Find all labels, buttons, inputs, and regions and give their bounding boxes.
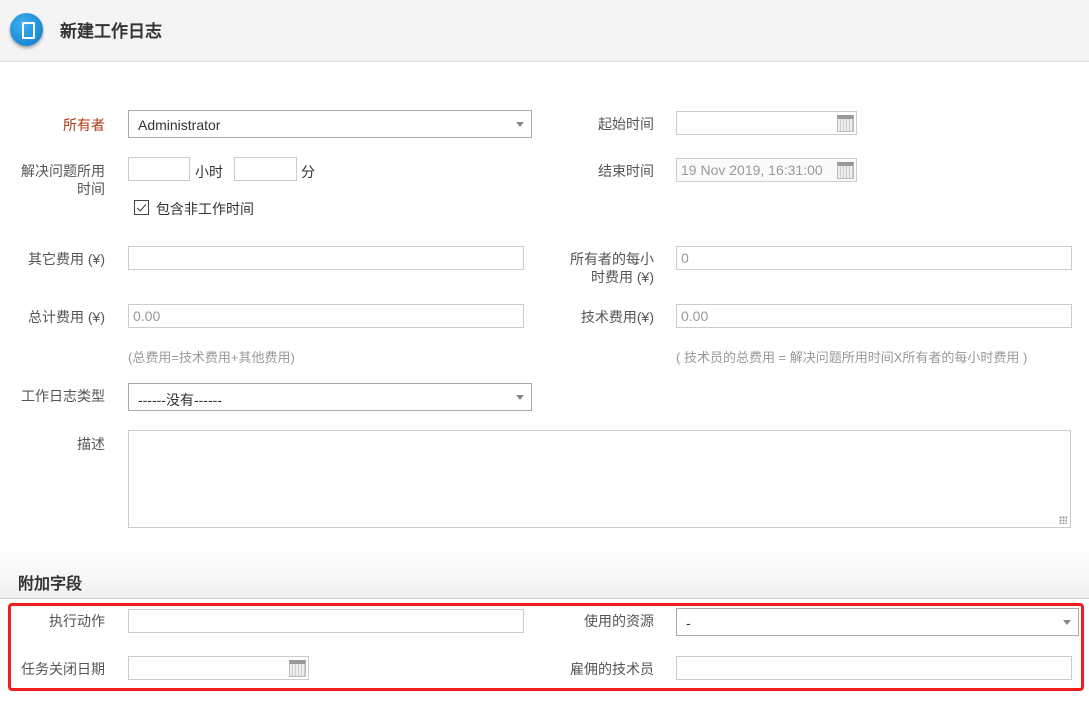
tech-cost-input[interactable]: 0.00 [676, 304, 1072, 328]
owner-hourly-label: 所有者的每小时费用 (¥) [544, 250, 654, 286]
hours-input[interactable] [128, 157, 190, 181]
section-header [0, 548, 1089, 599]
owner-hourly-label-line1: 所有者的每小 [570, 251, 654, 267]
worklog-type-label: 工作日志类型 [21, 388, 105, 404]
owner-label: 所有者 [63, 117, 105, 133]
owner-hourly-label-line2: 时费用 (¥) [591, 269, 654, 285]
action-label: 执行动作 [49, 613, 105, 629]
tech-cost-label: 技术费用(¥) [580, 309, 654, 325]
action-input[interactable] [128, 609, 524, 633]
close-date-label: 任务关闭日期 [21, 661, 105, 677]
include-non-work-label: 包含非工作时间 [156, 201, 254, 217]
total-cost-label: 总计费用 (¥) [28, 309, 105, 325]
total-cost-input[interactable]: 0.00 [128, 304, 524, 328]
minutes-unit: 分 [301, 164, 315, 180]
owner-value: Administrator [138, 117, 221, 133]
hired-tech-label: 雇佣的技术员 [570, 661, 654, 677]
chevron-down-icon [1063, 620, 1071, 625]
owner-select[interactable]: Administrator [128, 110, 532, 138]
calendar-icon[interactable] [837, 162, 854, 179]
resource-label: 使用的资源 [584, 613, 654, 629]
close-date-input[interactable] [128, 656, 309, 680]
description-label: 描述 [77, 436, 105, 452]
other-cost-label: 其它费用 (¥) [28, 251, 105, 267]
resource-select[interactable]: - [676, 608, 1079, 636]
duration-label-line1: 解决问题所用 [21, 163, 105, 179]
end-time-input[interactable]: 19 Nov 2019, 16:31:00 [676, 158, 857, 182]
hired-tech-input[interactable] [676, 656, 1072, 680]
duration-label: 解决问题所用时间 [0, 162, 105, 198]
include-non-work-checkbox[interactable] [134, 200, 149, 215]
worklog-type-select[interactable]: ------没有------ [128, 383, 532, 411]
duration-label-line2: 时间 [77, 181, 105, 197]
start-time-input[interactable] [676, 111, 857, 135]
worklog-type-value: ------没有------ [138, 392, 222, 408]
resize-handle-icon[interactable] [1059, 516, 1067, 524]
page-header [0, 0, 1089, 62]
end-time-label: 结束时间 [598, 163, 654, 179]
calendar-icon[interactable] [837, 115, 854, 132]
page-title: 新建工作日志 [60, 22, 162, 41]
start-time-label: 起始时间 [598, 116, 654, 132]
chevron-down-icon [516, 122, 524, 127]
hours-unit: 小时 [195, 164, 223, 180]
owner-hourly-input[interactable]: 0 [676, 246, 1072, 270]
calendar-icon[interactable] [289, 660, 306, 677]
section-title: 附加字段 [18, 576, 83, 593]
chevron-down-icon [516, 395, 524, 400]
end-time-value: 19 Nov 2019, 16:31:00 [681, 162, 823, 178]
total-cost-hint: (总费用=技术费用+其他费用) [128, 350, 295, 365]
document-icon [10, 13, 43, 46]
other-cost-input[interactable] [128, 246, 524, 270]
minutes-input[interactable] [234, 157, 297, 181]
description-textarea[interactable] [128, 430, 1071, 528]
tech-cost-hint: ( 技术员的总费用 = 解决问题所用时间X所有者的每小时费用 ) [676, 350, 1028, 365]
resource-value: - [686, 615, 691, 631]
